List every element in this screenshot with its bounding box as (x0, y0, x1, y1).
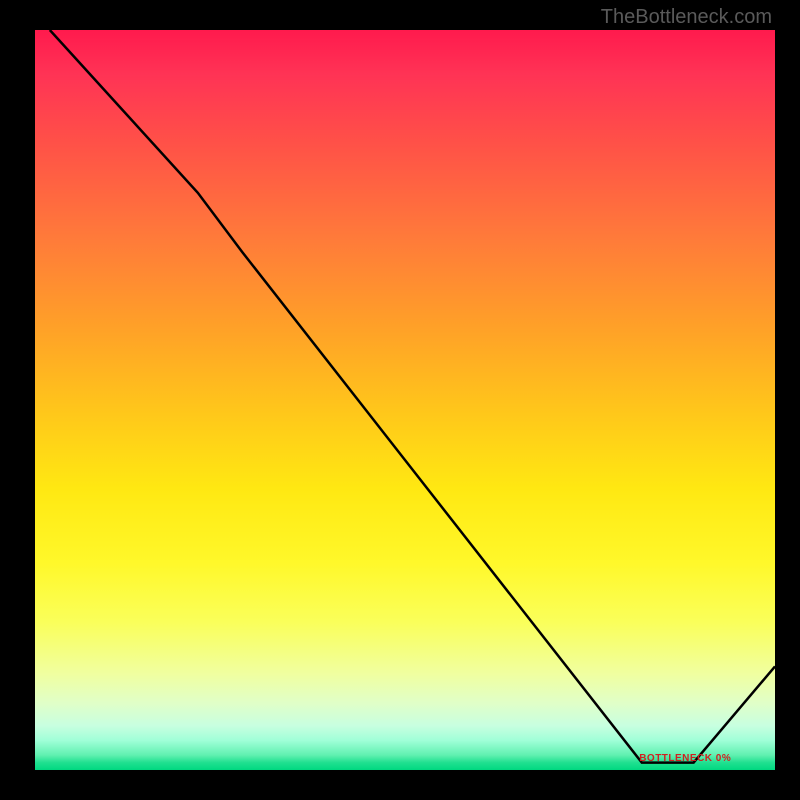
watermark-text: TheBottleneck.com (601, 6, 772, 29)
bottom-marker-label: BOTTLENECK 0% (639, 753, 731, 764)
chart-line-svg (35, 30, 775, 770)
chart-curve (50, 30, 775, 763)
